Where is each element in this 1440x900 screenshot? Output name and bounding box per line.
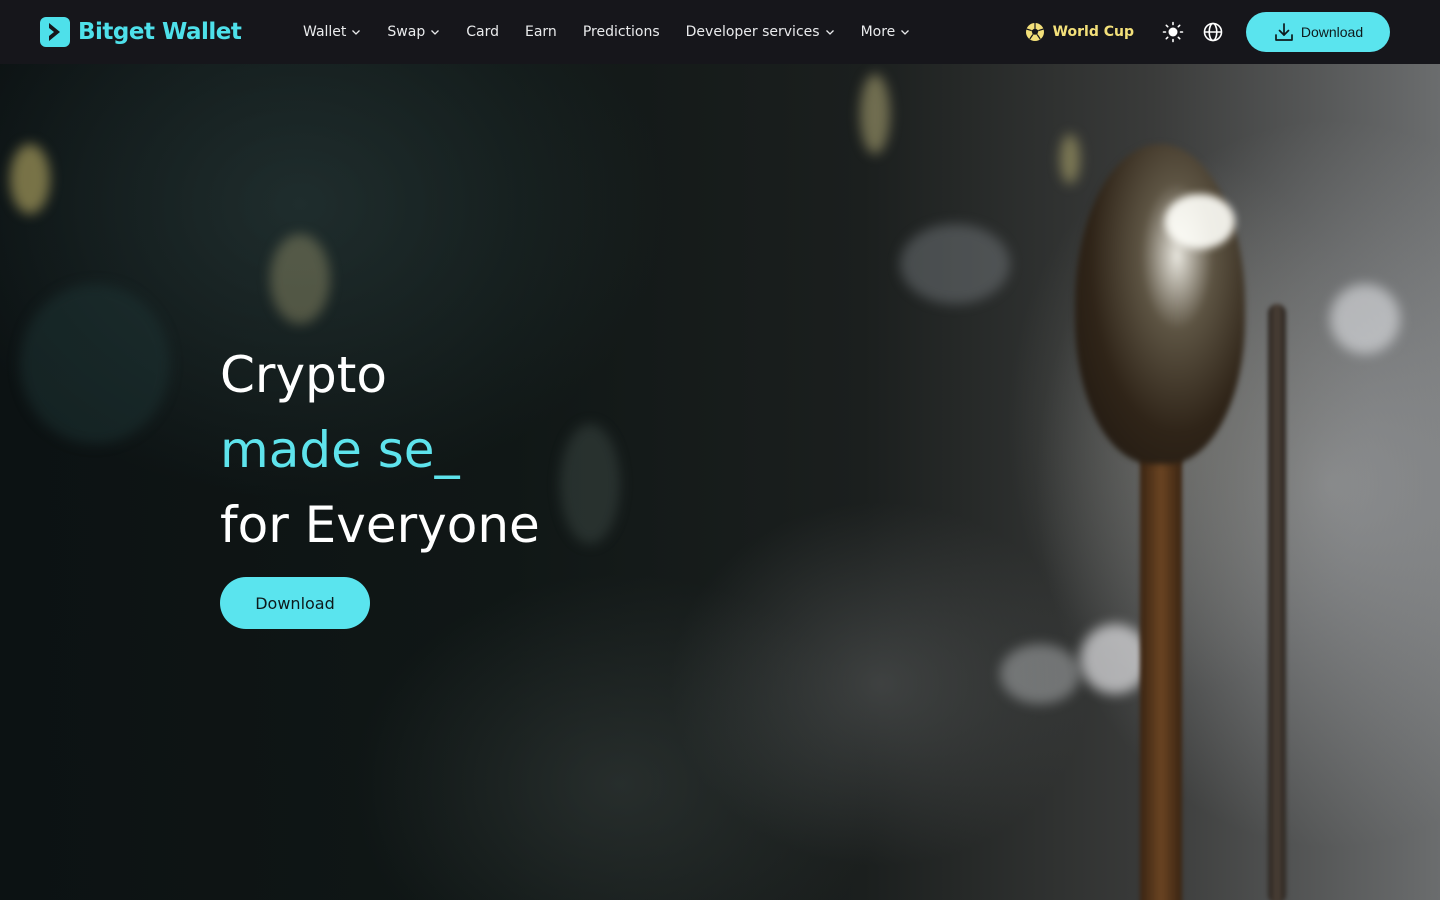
nav-item-label: Developer services bbox=[685, 24, 820, 40]
nav-item-card[interactable]: Card bbox=[466, 0, 499, 64]
chevron-down-icon bbox=[825, 30, 834, 35]
site-header: Bitget Wallet Wallet Swap Card Earn Pred… bbox=[0, 0, 1440, 64]
hero-section: Crypto made se_ for Everyone Download bbox=[0, 64, 1440, 900]
header-download-button[interactable]: Download bbox=[1246, 12, 1390, 52]
hero-headline-line1: Crypto bbox=[220, 346, 387, 404]
typing-cursor: _ bbox=[434, 421, 460, 479]
bitget-logo-icon bbox=[40, 17, 70, 47]
theme-toggle-button[interactable] bbox=[1162, 21, 1184, 43]
globe-icon bbox=[1203, 22, 1223, 42]
world-cup-link[interactable]: World Cup bbox=[1025, 22, 1134, 42]
nav-item-earn[interactable]: Earn bbox=[525, 0, 557, 64]
nav-item-label: Wallet bbox=[303, 24, 347, 40]
nav-item-label: Card bbox=[466, 24, 499, 40]
nav-item-label: Earn bbox=[525, 24, 557, 40]
hero-download-button[interactable]: Download bbox=[220, 577, 370, 629]
header-download-label: Download bbox=[1300, 24, 1364, 40]
nav-item-wallet[interactable]: Wallet bbox=[303, 0, 361, 64]
nav-item-label: More bbox=[860, 24, 896, 40]
download-icon bbox=[1275, 23, 1293, 41]
sun-icon bbox=[1162, 21, 1184, 43]
hero-headline-line3: for Everyone bbox=[220, 496, 540, 554]
world-cup-label: World Cup bbox=[1052, 24, 1134, 40]
nav-item-label: Swap bbox=[387, 24, 426, 40]
nav-item-developer-services[interactable]: Developer services bbox=[686, 0, 835, 64]
nav-item-predictions[interactable]: Predictions bbox=[583, 0, 660, 64]
hero-headline-typed-text: made se bbox=[220, 421, 435, 479]
brand-name: Bitget Wallet bbox=[78, 19, 242, 45]
nav-item-label: Predictions bbox=[582, 24, 660, 40]
nav-item-swap[interactable]: Swap bbox=[387, 0, 440, 64]
nav-item-more[interactable]: More bbox=[861, 0, 911, 64]
hero-headline-line2: made se_ bbox=[220, 413, 460, 488]
chevron-down-icon bbox=[901, 30, 910, 35]
chevron-down-icon bbox=[352, 30, 361, 35]
brand-logo[interactable]: Bitget Wallet bbox=[40, 16, 242, 48]
soccer-ball-icon bbox=[1025, 23, 1044, 41]
main-nav: Wallet Swap Card Earn Predictions Develo… bbox=[303, 0, 936, 64]
language-button[interactable] bbox=[1202, 21, 1224, 43]
header-tools: World Cup Download bbox=[1025, 12, 1390, 52]
chevron-down-icon bbox=[431, 30, 440, 35]
